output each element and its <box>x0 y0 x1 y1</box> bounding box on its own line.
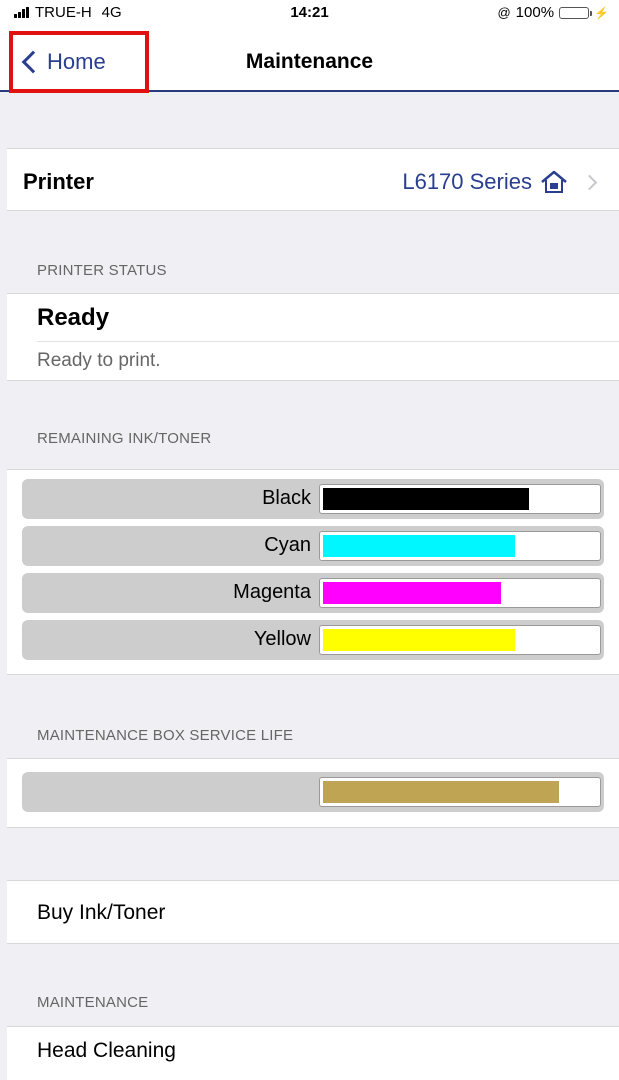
printer-status-cell: Ready Ready to print. <box>7 293 619 381</box>
navigation-bar: Home Maintenance <box>0 26 619 93</box>
ink-gauge <box>319 625 601 655</box>
printer-status-description: Ready to print. <box>37 350 161 371</box>
status-right: @ 100% ⚡ <box>497 4 609 21</box>
maintenance-box-header: MAINTENANCE BOX SERVICE LIFE <box>37 727 294 744</box>
printer-row[interactable]: Printer L6170 Series <box>7 148 619 211</box>
page-title: Maintenance <box>245 50 374 73</box>
maintenance-box-row <box>22 772 604 812</box>
ink-level-bar <box>323 629 515 651</box>
printer-label: Printer <box>23 169 94 194</box>
printer-status-header: PRINTER STATUS <box>37 262 167 279</box>
chevron-right-icon <box>581 174 598 190</box>
ink-gauge <box>319 531 601 561</box>
status-bar: TRUE-H 4G 14:21 @ 100% ⚡ <box>0 0 619 26</box>
ink-row-yellow: Yellow <box>22 620 604 660</box>
home-network-icon <box>540 170 568 194</box>
ink-row-black: Black <box>22 479 604 519</box>
ink-row-cyan: Cyan <box>22 526 604 566</box>
maintenance-box-gauge <box>319 777 601 807</box>
orientation-lock-icon: @ <box>497 5 511 20</box>
charging-bolt-icon: ⚡ <box>594 5 609 20</box>
printer-selector[interactable]: L6170 Series <box>402 169 598 195</box>
maintenance-box-cell <box>7 758 619 828</box>
head-cleaning-label: Head Cleaning <box>37 1039 176 1062</box>
remaining-ink-header: REMAINING INK/TONER <box>37 430 212 447</box>
buy-ink-label: Buy Ink/Toner <box>37 901 166 924</box>
ink-label: Magenta <box>233 581 311 603</box>
ink-levels-cell: Black Cyan Magenta Yellow <box>7 469 619 675</box>
ink-gauge <box>319 578 601 608</box>
ink-label: Cyan <box>264 534 311 556</box>
battery-percent: 100% <box>515 4 555 21</box>
divider <box>37 341 619 342</box>
buy-ink-row[interactable]: Buy Ink/Toner <box>7 880 619 944</box>
ink-label: Black <box>262 487 311 509</box>
ink-row-magenta: Magenta <box>22 573 604 613</box>
maintenance-box-level-bar <box>323 781 559 803</box>
ink-gauge <box>319 484 601 514</box>
head-cleaning-row[interactable]: Head Cleaning <box>7 1026 619 1080</box>
printer-status-title: Ready <box>37 304 110 331</box>
ink-level-bar <box>323 582 501 604</box>
ink-level-bar <box>323 535 515 557</box>
ink-level-bar <box>323 488 529 510</box>
battery-icon <box>559 6 593 19</box>
printer-model: L6170 Series <box>402 169 532 194</box>
ink-label: Yellow <box>253 628 311 650</box>
maintenance-header: MAINTENANCE <box>37 994 149 1011</box>
